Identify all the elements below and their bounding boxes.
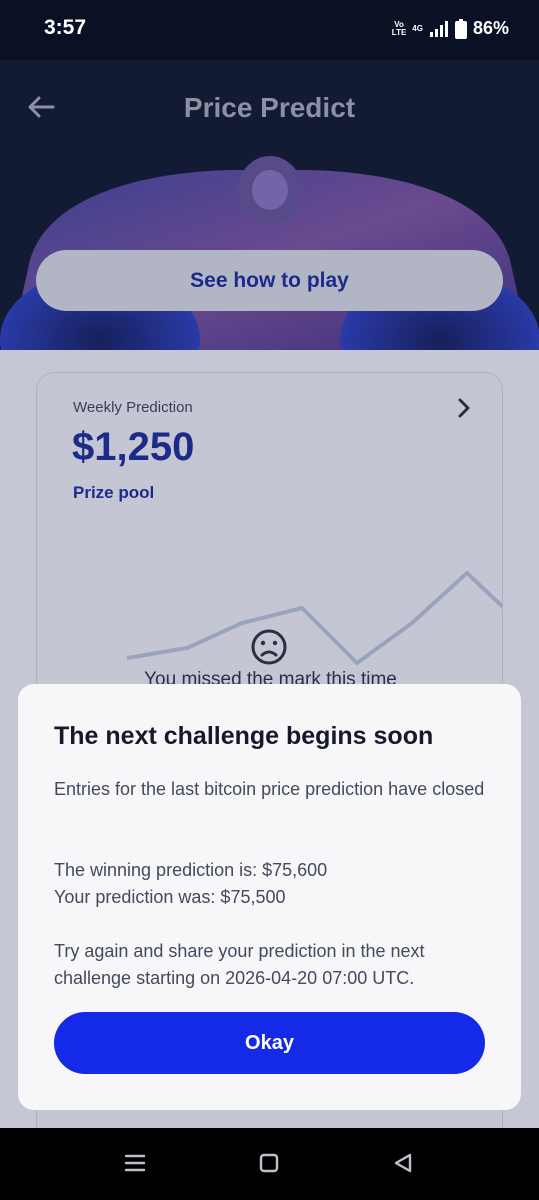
modal-title: The next challenge begins soon <box>54 722 434 750</box>
status-time: 3:57 <box>44 16 87 39</box>
prize-amount: $1,250 <box>72 425 195 469</box>
chevron-right-icon[interactable] <box>456 397 472 424</box>
signal-icon <box>429 20 449 37</box>
okay-button[interactable]: Okay <box>54 1012 485 1074</box>
status-bar: 3:57 Vo LTE 4G 86% <box>0 0 539 60</box>
sad-face-icon <box>250 628 288 671</box>
modal-entries-closed-text: Entries for the last bitcoin price predi… <box>54 779 485 799</box>
home-icon[interactable] <box>258 1152 280 1179</box>
challenge-modal: The next challenge begins soon Entries f… <box>18 684 521 1110</box>
see-how-to-play-button[interactable]: See how to play <box>36 250 503 311</box>
next-challenge-text: Try again and share your prediction in t… <box>54 941 425 988</box>
recents-icon[interactable] <box>124 1152 146 1179</box>
status-icons: Vo LTE 4G 86% <box>392 18 509 39</box>
volte-indicator: Vo LTE <box>391 19 407 37</box>
hero-banner: Price Predict See how to play <box>0 60 539 350</box>
battery-icon <box>454 18 467 39</box>
back-triangle-icon[interactable] <box>392 1152 414 1179</box>
winning-prediction-text: The winning prediction is: $75,600 <box>54 860 328 880</box>
network-type: 4G <box>412 23 423 33</box>
system-nav-bar <box>0 1128 539 1200</box>
card-eyebrow: Weekly Prediction <box>73 399 193 416</box>
page-title: Price Predict <box>183 92 356 123</box>
battery-percent: 86% <box>472 18 509 38</box>
your-prediction-text: Your prediction was: $75,500 <box>54 887 286 907</box>
prize-pool-label: Prize pool <box>73 483 155 502</box>
